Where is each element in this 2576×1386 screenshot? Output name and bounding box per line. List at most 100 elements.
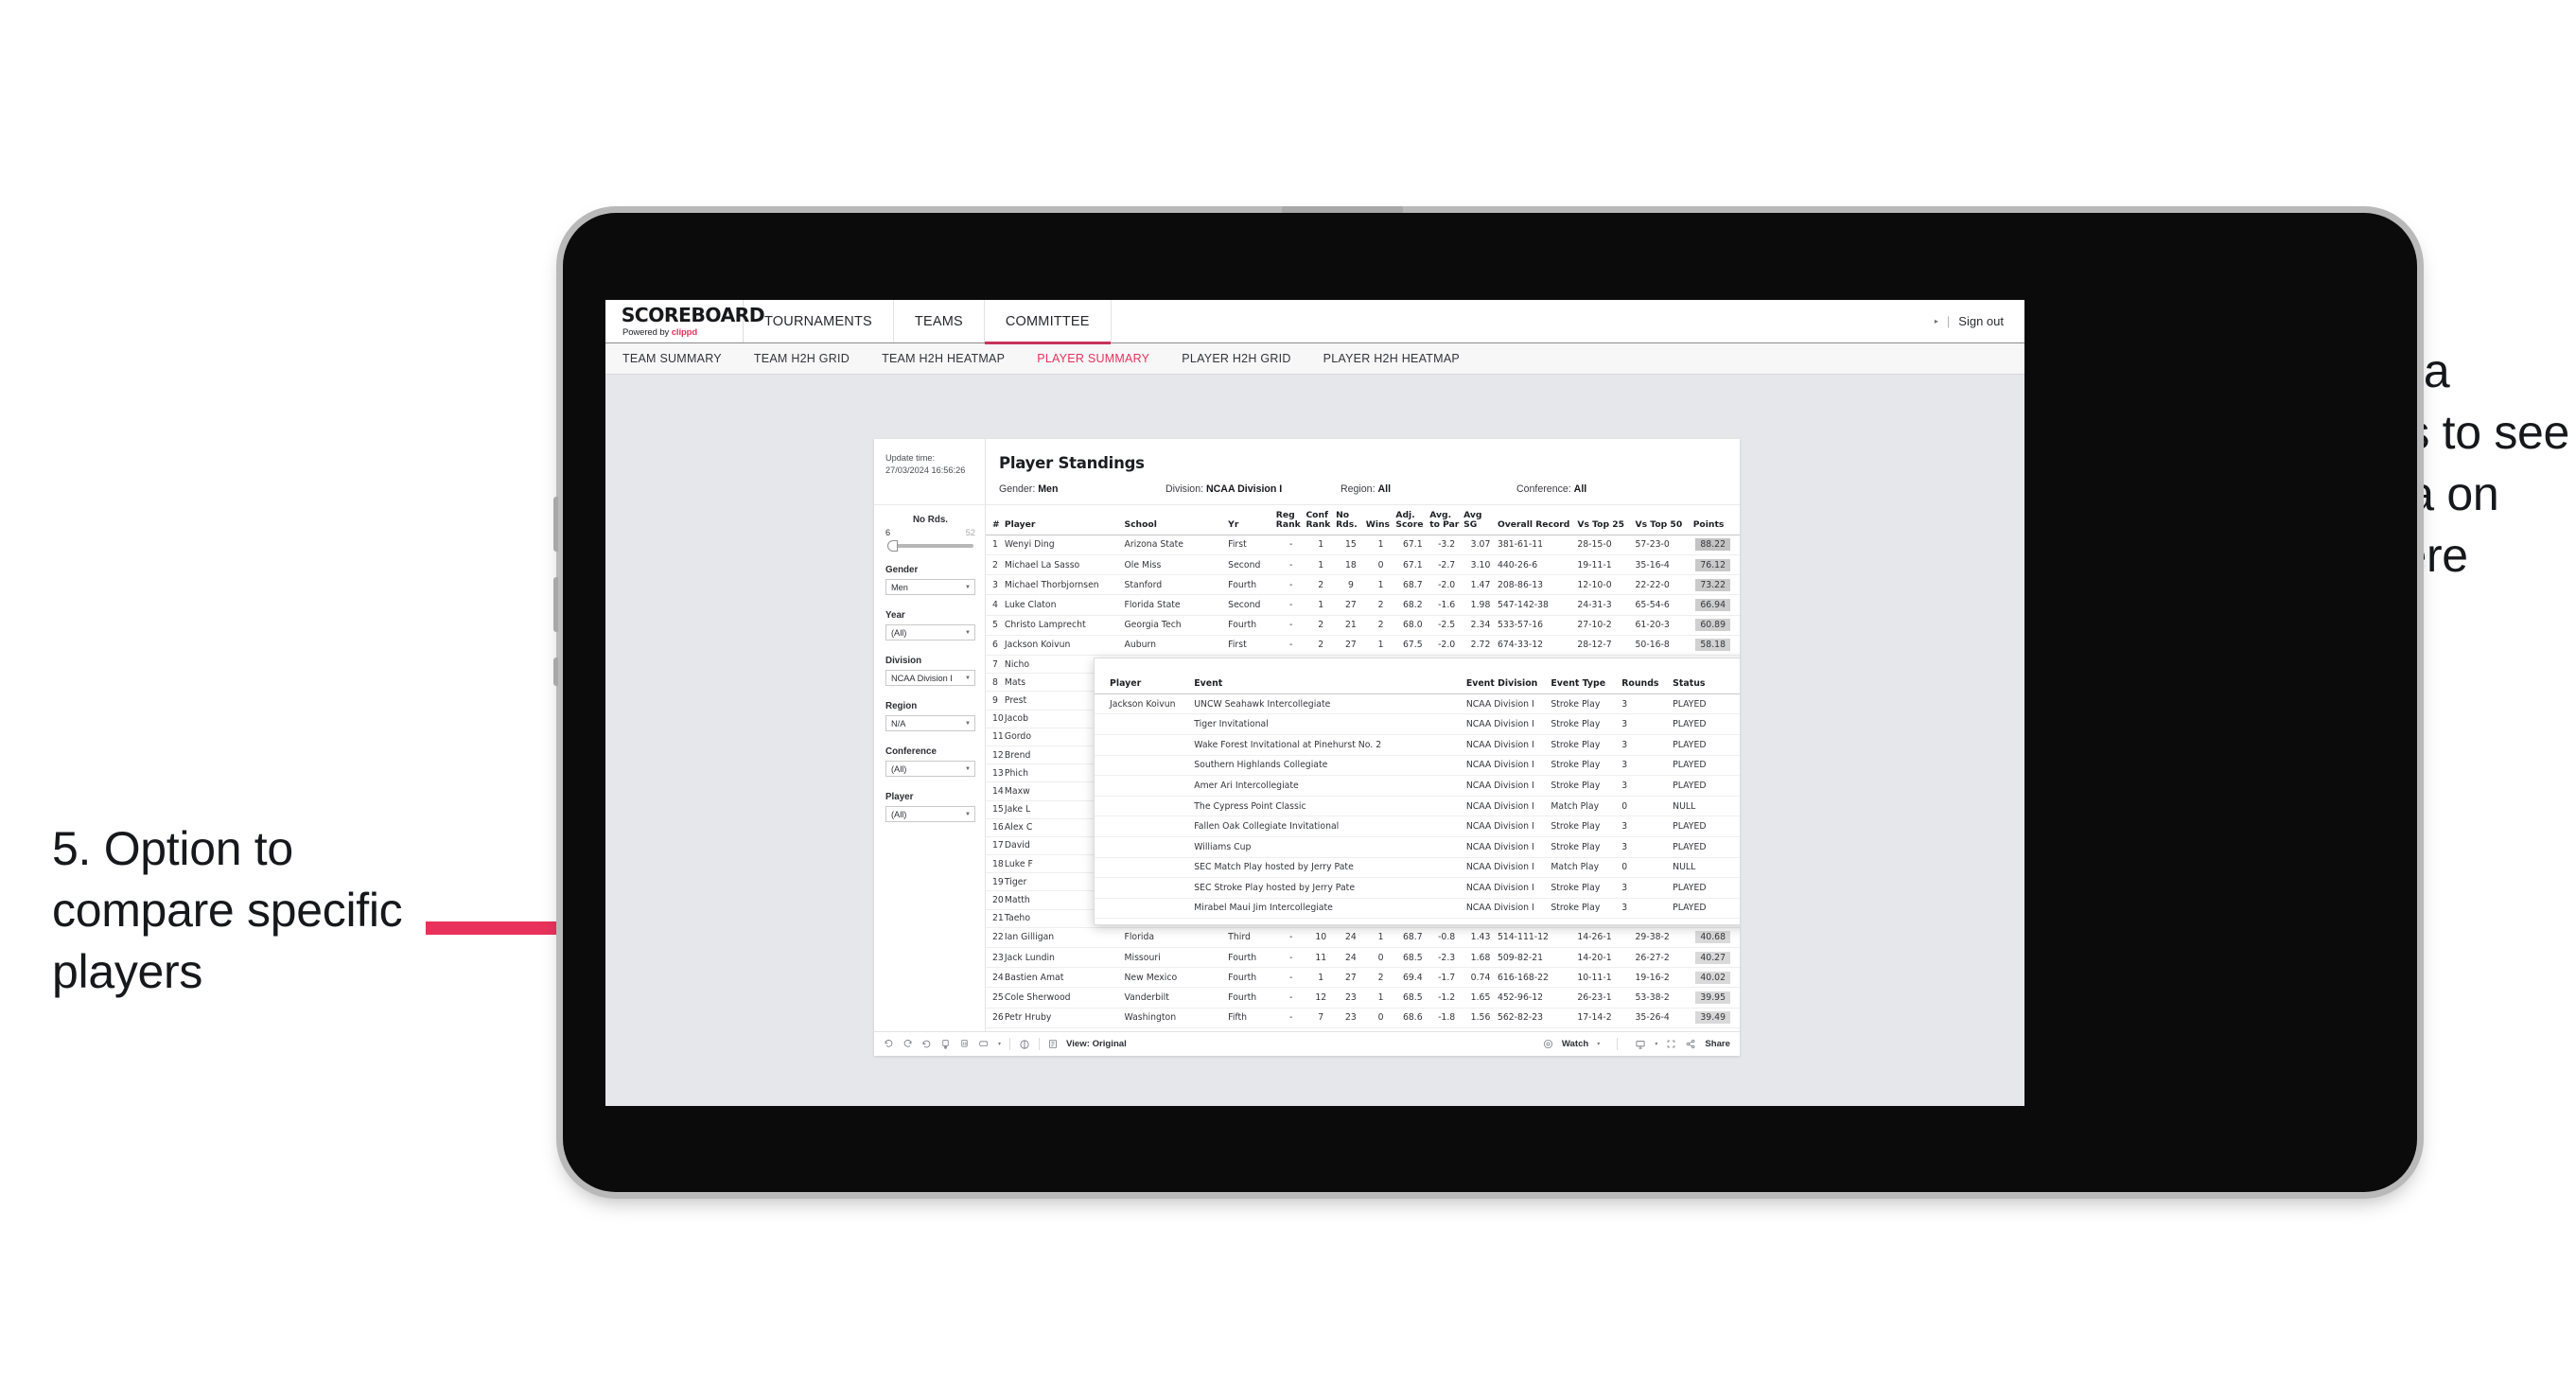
device-preview-icon[interactable]	[1635, 1039, 1646, 1050]
redo-icon[interactable]	[902, 1039, 913, 1049]
table-row[interactable]: 5 Christo Lamprecht Georgia Tech Fourth -2 21…	[986, 615, 1740, 636]
custom-views-caret-icon[interactable]: ▾	[998, 1041, 1001, 1047]
watch-label[interactable]: Watch	[1562, 1039, 1588, 1049]
col-no-rds[interactable]: No Rds.	[1336, 505, 1366, 535]
cell-vs-top-50: 57-23-0	[1635, 535, 1693, 556]
slider-handle[interactable]	[887, 540, 898, 552]
refresh-data-icon[interactable]	[940, 1039, 951, 1049]
subtab-player-summary[interactable]: PLAYER SUMMARY	[1037, 352, 1149, 365]
cell-rank: 12	[986, 746, 1005, 765]
filter-gender-select[interactable]: Men ▼	[885, 579, 975, 595]
cell-points[interactable]: 73.22	[1692, 574, 1740, 596]
subtab-team-h2h-heatmap[interactable]: TEAM H2H HEATMAP	[882, 352, 1005, 365]
cell-points[interactable]: 76.12	[1692, 554, 1740, 576]
nav-tab-teams[interactable]: TEAMS	[894, 300, 985, 342]
cell-overall-record: 562-82-23	[1497, 1008, 1578, 1028]
subtab-player-h2h-grid[interactable]: PLAYER H2H GRID	[1182, 352, 1290, 365]
slider-track[interactable]	[887, 540, 973, 552]
table-row[interactable]: 1 Wenyi Ding Arizona State First -1 15 1 67.1 -3…	[986, 535, 1740, 556]
view-group[interactable]: View: Original	[1048, 1039, 1127, 1049]
chevron-right-icon[interactable]: ▸	[1935, 317, 1938, 325]
cell-avg-to-par: -1.7	[1429, 967, 1464, 989]
chevron-down-icon: ▼	[965, 629, 971, 636]
pause-icon[interactable]	[1019, 1039, 1030, 1050]
brand-title: SCOREBOARD	[621, 303, 765, 326]
nav-tab-tournaments[interactable]: TOURNAMENTS	[744, 300, 894, 342]
table-row[interactable]: 22 Ian Gilligan Florida Third -10 24 1 68.7 -0.8…	[986, 927, 1740, 949]
cell-points[interactable]: 39.49	[1692, 1008, 1740, 1028]
col-vs-top-50[interactable]: Vs Top 50	[1635, 505, 1693, 535]
cell-overall-record: 208-86-13	[1497, 574, 1578, 596]
cell-points[interactable]: 66.94	[1692, 594, 1740, 616]
cell-rank: 4	[986, 594, 1005, 616]
filter-region-select[interactable]: N/A ▼	[885, 715, 975, 731]
cell-points[interactable]: 60.89	[1692, 615, 1740, 636]
filter-conference-select[interactable]: (All) ▼	[885, 761, 975, 777]
col-yr[interactable]: Yr	[1228, 505, 1276, 535]
col-reg-rank[interactable]: Reg Rank	[1275, 505, 1306, 535]
cell-conf-rank: 2	[1306, 615, 1337, 636]
cell-points[interactable]: 58.18	[1692, 635, 1740, 657]
undo-icon[interactable]	[884, 1039, 894, 1049]
col-adj-score[interactable]: Adj. Score	[1395, 505, 1430, 535]
table-row[interactable]: 6 Jackson Koivun Auburn First -2 27 1 67.5 -2.0 2…	[986, 635, 1740, 657]
col-conf-rank[interactable]: Conf Rank	[1306, 505, 1337, 535]
cell-points[interactable]: 40.68	[1692, 927, 1740, 949]
subtab-team-h2h-grid[interactable]: TEAM H2H GRID	[754, 352, 850, 365]
table-row[interactable]: 4 Luke Claton Florida State Second -1 27 2 68.2…	[986, 594, 1740, 616]
table-row[interactable]: 23 Jack Lundin Missouri Fourth -11 24 0 68.5 -2.…	[986, 947, 1740, 969]
filter-year-select[interactable]: (All) ▼	[885, 624, 975, 640]
sign-out-link[interactable]: Sign out	[1958, 314, 2004, 328]
subtab-team-summary[interactable]: TEAM SUMMARY	[622, 352, 722, 365]
dashboard-body: No Rds. 6 52 Gender Men ▼ Year (All) ▼ D…	[874, 505, 1740, 1031]
cell-wins: 2	[1365, 594, 1396, 616]
cell-yr: Second	[1228, 554, 1276, 576]
tooltip-row: The Cypress Point Classic NCAA Division I…	[1095, 796, 1740, 817]
col-rank[interactable]: #	[986, 505, 1005, 535]
filter-player-label: Player	[885, 792, 914, 802]
table-row[interactable]: 26 Petr Hruby Washington Fifth -7 23 0 68.6 -1.8…	[986, 1008, 1740, 1028]
cell-vs-top-50: 35-26-4	[1635, 1008, 1693, 1028]
table-row[interactable]: 24 Bastien Amat New Mexico Fourth -1 27 2 69.4-…	[986, 967, 1740, 989]
brand-logo[interactable]: SCOREBOARD Powered by clippd	[605, 300, 765, 342]
cell-player: Ian Gilligan	[1004, 927, 1125, 949]
cell-points[interactable]: 40.27	[1692, 947, 1740, 969]
cell-wins: 1	[1365, 927, 1396, 949]
tooltip-row: SEC Stroke Play hosted by Jerry Pate NCAA…	[1095, 877, 1740, 899]
table-row[interactable]: 3 Michael Thorbjornsen Stanford Fourth -2 9 1 6…	[986, 574, 1740, 596]
col-player[interactable]: Player	[1004, 505, 1125, 535]
cell-points[interactable]: 88.22	[1692, 535, 1740, 556]
col-overall-record[interactable]: Overall Record	[1497, 505, 1578, 535]
share-icon[interactable]	[1685, 1039, 1696, 1049]
filter-panel: No Rds. 6 52 Gender Men ▼ Year (All) ▼ D…	[874, 505, 986, 1031]
revert-icon[interactable]	[921, 1039, 932, 1049]
filter-no-rounds-slider[interactable]: No Rds. 6 52	[885, 515, 975, 552]
col-wins[interactable]: Wins	[1365, 505, 1396, 535]
custom-views-icon[interactable]	[978, 1039, 990, 1049]
filter-division-select[interactable]: NCAA Division I ▼	[885, 670, 975, 686]
device-preview-caret-icon[interactable]: ▾	[1655, 1041, 1657, 1047]
cell-no-rds: 15	[1336, 535, 1366, 556]
subtab-player-h2h-heatmap[interactable]: PLAYER H2H HEATMAP	[1323, 352, 1460, 365]
pause-auto-update-icon[interactable]	[959, 1039, 970, 1049]
col-school[interactable]: School	[1124, 505, 1229, 535]
filter-player-select[interactable]: (All) ▼	[885, 806, 975, 822]
col-avg-sg[interactable]: Avg SG	[1463, 505, 1498, 535]
col-points[interactable]: Points	[1692, 505, 1740, 535]
tt-cell-type: Stroke Play	[1551, 713, 1622, 735]
col-vs-top-25[interactable]: Vs Top 25	[1577, 505, 1636, 535]
col-avg-to-par[interactable]: Avg. to Par	[1429, 505, 1464, 535]
table-row[interactable]: 2 Michael La Sasso Ole Miss Second -1 18 0 67.1…	[986, 554, 1740, 576]
nav-tab-committee[interactable]: COMMITTEE	[984, 300, 1112, 344]
tt-cell-status: PLAYED	[1673, 898, 1740, 920]
share-label[interactable]: Share	[1705, 1039, 1730, 1049]
tablet-screen: SCOREBOARD Powered by clippd TOURNAMENTS…	[605, 300, 2024, 1106]
cell-points[interactable]: 40.02	[1692, 967, 1740, 989]
cell-adj-score: 67.5	[1395, 635, 1430, 657]
watch-caret-icon[interactable]: ▾	[1597, 1041, 1600, 1047]
cell-points[interactable]: 39.95	[1692, 987, 1740, 1009]
fullscreen-icon[interactable]	[1666, 1039, 1676, 1049]
tt-cell-division: NCAA Division I	[1465, 713, 1551, 735]
table-row[interactable]: 25 Cole Sherwood Vanderbilt Fourth -12 23 1 68.…	[986, 987, 1740, 1009]
cell-vs-top-50: 35-16-4	[1635, 554, 1693, 576]
